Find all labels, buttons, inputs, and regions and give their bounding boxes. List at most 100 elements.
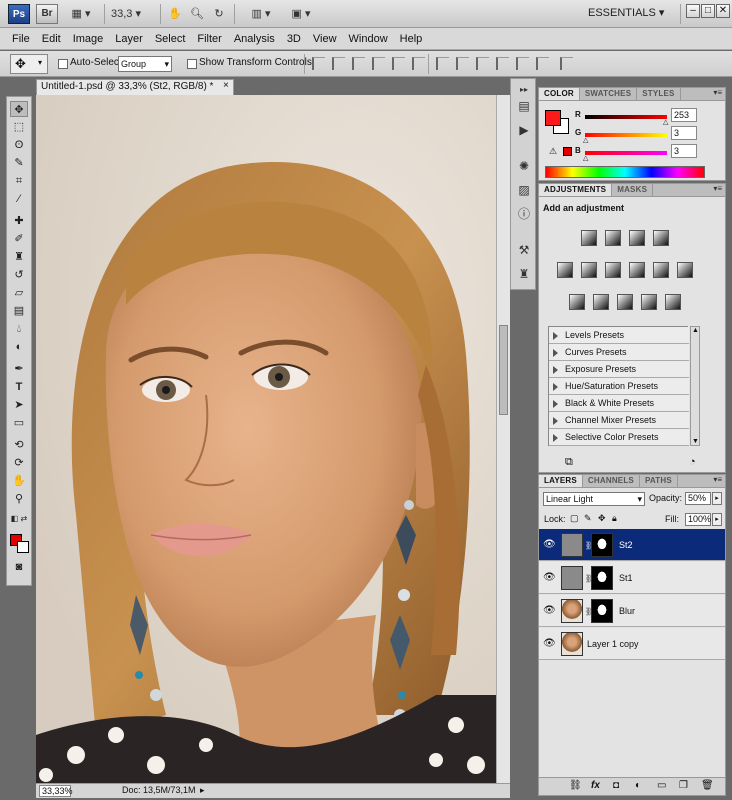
clone-stamp-tool-icon[interactable]: ♜	[10, 249, 28, 265]
gamut-warning-icon[interactable]: ⚠	[549, 146, 557, 157]
eraser-tool-icon[interactable]: ▱	[10, 285, 28, 301]
clone-source-panel-icon[interactable]: ♜	[517, 267, 531, 281]
list-item[interactable]: Levels Presets	[549, 327, 689, 344]
zoom-tool-icon[interactable]: ⚲	[10, 491, 28, 507]
green-slider-handle-icon[interactable]: △	[583, 136, 588, 144]
brushes-panel-icon[interactable]: ⚒	[517, 243, 531, 257]
list-item[interactable]: Channel Mixer Presets	[549, 412, 689, 429]
minimize-button[interactable]: –	[686, 4, 700, 18]
menu-window[interactable]: Window	[343, 33, 394, 45]
status-zoom-field[interactable]: 33,33%	[39, 785, 73, 797]
scroll-up-icon[interactable]: ▲	[692, 327, 699, 334]
gamut-color-swatch[interactable]	[563, 147, 572, 156]
history-brush-tool-icon[interactable]: ↺	[10, 267, 28, 283]
info-panel-icon[interactable]: ⓘ	[517, 207, 531, 221]
menu-filter[interactable]: Filter	[191, 33, 227, 45]
layer-mask-thumbnail[interactable]	[591, 599, 613, 623]
list-item[interactable]: Black & White Presets	[549, 395, 689, 412]
delete-layer-icon[interactable]: 🗑︎	[701, 780, 714, 791]
blue-value-input[interactable]: 3	[671, 144, 697, 158]
invert-icon[interactable]	[569, 294, 585, 310]
history-panel-icon[interactable]: ▤	[517, 99, 531, 113]
healing-brush-tool-icon[interactable]: ✚	[10, 213, 28, 229]
fill-slider-button[interactable]: ▸	[712, 513, 722, 526]
add-mask-icon[interactable]: ◘	[613, 780, 619, 791]
presets-scrollbar[interactable]: ▲ ▼	[690, 326, 700, 446]
hand-tool-icon[interactable]: ✋	[166, 5, 184, 23]
distribute-horizontal-center-icon[interactable]	[516, 57, 529, 70]
color-spectrum-ramp[interactable]	[545, 166, 705, 178]
brush-tool-icon[interactable]: ✐	[10, 231, 28, 247]
eyedropper-tool-icon[interactable]: ⁄	[10, 191, 28, 207]
menu-select[interactable]: Select	[149, 33, 192, 45]
curves-icon[interactable]	[629, 230, 645, 246]
blue-slider-handle-icon[interactable]: △	[583, 154, 588, 162]
tab-styles[interactable]: STYLES	[637, 88, 681, 100]
red-value-input[interactable]: 253	[671, 108, 697, 122]
tab-color[interactable]: COLOR	[539, 88, 580, 100]
layer-mask-thumbnail[interactable]	[591, 566, 613, 590]
clip-to-layer-icon[interactable]: ⧉	[565, 456, 573, 469]
align-bottom-icon[interactable]	[352, 57, 365, 70]
quick-selection-tool-icon[interactable]: ✎	[10, 155, 28, 171]
lock-position-icon[interactable]: ✥	[598, 513, 606, 524]
menu-3d[interactable]: 3D	[281, 33, 307, 45]
document-tab[interactable]: Untitled-1.psd @ 33,3% (St2, RGB/8) *	[36, 79, 234, 95]
eye-icon[interactable]: 👁︎	[543, 638, 556, 649]
eye-icon[interactable]: 👁︎	[543, 605, 556, 616]
panel-menu-icon[interactable]: ▾≡	[713, 475, 722, 484]
color-balance-icon[interactable]	[605, 262, 621, 278]
marquee-tool-icon[interactable]: ⬚	[10, 119, 28, 135]
red-slider[interactable]	[585, 115, 667, 119]
align-horizontal-center-icon[interactable]	[392, 57, 405, 70]
arrange-documents-button[interactable]: ▥ ▾	[244, 5, 278, 23]
actions-panel-icon[interactable]: ▶	[517, 123, 531, 137]
vibrance-icon[interactable]	[557, 262, 573, 278]
align-vertical-center-icon[interactable]	[332, 57, 345, 70]
layer-row-layer-1-copy[interactable]: 👁︎ Layer 1 copy	[539, 628, 725, 660]
quick-mask-icon[interactable]: ◙	[10, 559, 28, 575]
lock-all-icon[interactable]: 🔒︎	[612, 513, 617, 524]
tab-swatches[interactable]: SWATCHES	[580, 88, 638, 100]
scroll-down-icon[interactable]: ▼	[692, 438, 699, 445]
adjustment-layer-icon[interactable]: ◐	[635, 780, 641, 791]
background-color-swatch[interactable]	[17, 541, 29, 553]
auto-select-target-dropdown[interactable]: Group ▾	[118, 56, 172, 72]
histogram-panel-icon[interactable]: ▨	[517, 183, 531, 197]
align-right-icon[interactable]	[412, 57, 425, 70]
hand-tool-icon[interactable]: ✋	[10, 473, 28, 489]
menu-file[interactable]: File	[6, 33, 36, 45]
rotate-view-icon[interactable]: ↻	[210, 5, 228, 23]
eye-icon[interactable]: 👁︎	[543, 539, 556, 550]
canvas-vertical-scrollbar[interactable]	[496, 95, 510, 783]
list-item[interactable]: Selective Color Presets	[549, 429, 689, 446]
status-menu-arrow[interactable]: ▸	[200, 785, 205, 796]
shape-tool-icon[interactable]: ▭	[10, 415, 28, 431]
lock-image-icon[interactable]: ✎	[584, 513, 592, 524]
foreground-color-swatch[interactable]	[545, 110, 561, 126]
layer-mask-thumbnail[interactable]	[591, 533, 613, 557]
path-selection-tool-icon[interactable]: ➤	[10, 397, 28, 413]
default-colors-icon[interactable]: ◧ ⇄	[10, 511, 28, 527]
distribute-bottom-icon[interactable]	[476, 57, 489, 70]
tab-layers[interactable]: LAYERS	[539, 475, 583, 487]
opacity-slider-button[interactable]: ▸	[712, 492, 722, 505]
posterize-icon[interactable]	[593, 294, 609, 310]
photo-filter-icon[interactable]	[653, 262, 669, 278]
opacity-input[interactable]: 50%	[685, 492, 711, 505]
brightness-contrast-icon[interactable]	[581, 230, 597, 246]
gradient-tool-icon[interactable]: ▤	[10, 303, 28, 319]
tab-masks[interactable]: MASKS	[612, 184, 654, 196]
panel-options-icon[interactable]: ◔	[689, 456, 696, 468]
channel-mixer-icon[interactable]	[677, 262, 693, 278]
document-canvas[interactable]	[36, 95, 496, 783]
tab-adjustments[interactable]: ADJUSTMENTS	[539, 184, 613, 196]
align-top-icon[interactable]	[312, 57, 325, 70]
hue-saturation-icon[interactable]	[581, 262, 597, 278]
layer-row-st1[interactable]: 👁︎ ⛓︎ St1	[539, 562, 725, 594]
eye-icon[interactable]: 👁︎	[543, 572, 556, 583]
threshold-icon[interactable]	[617, 294, 633, 310]
blur-tool-icon[interactable]: 💧︎	[10, 321, 28, 337]
view-extras-button[interactable]: ▦ ▾	[64, 5, 98, 23]
menu-layer[interactable]: Layer	[109, 33, 149, 45]
